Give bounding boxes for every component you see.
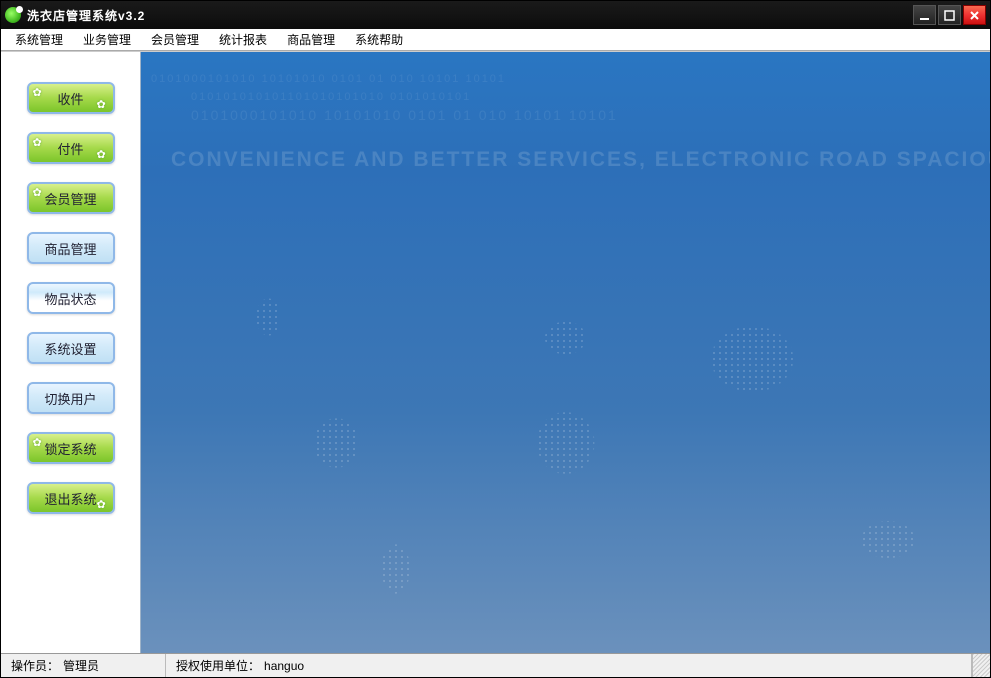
content-area: 0101000101010 10101010 0101 01 010 10101… xyxy=(141,52,990,653)
flower-icon xyxy=(33,186,45,198)
sidebar-label: 锁定系统 xyxy=(44,439,96,458)
close-icon xyxy=(969,10,980,21)
status-license-value: hanguo xyxy=(264,659,304,673)
resize-grip[interactable] xyxy=(972,654,990,677)
flower-icon xyxy=(33,136,45,148)
menu-help[interactable]: 系统帮助 xyxy=(345,29,413,50)
menu-product[interactable]: 商品管理 xyxy=(277,29,345,50)
menu-member[interactable]: 会员管理 xyxy=(141,29,209,50)
sidebar-exit-button[interactable]: 退出系统 xyxy=(27,482,115,514)
sidebar-member-button[interactable]: 会员管理 xyxy=(27,182,115,214)
flower-icon xyxy=(97,98,109,110)
sidebar-label: 退出系统 xyxy=(44,489,96,508)
flower-icon xyxy=(33,86,45,98)
window-title: 洗衣店管理系统v3.2 xyxy=(27,7,145,24)
sidebar-label: 物品状态 xyxy=(44,289,96,308)
sidebar: 收件 付件 会员管理 商品管理 物品状态 系统设置 切换用户 xyxy=(1,52,141,653)
maximize-icon xyxy=(944,10,955,21)
status-operator-value: 管理员 xyxy=(63,657,99,674)
sidebar-label: 收件 xyxy=(57,89,83,108)
sidebar-label: 会员管理 xyxy=(44,189,96,208)
status-operator: 操作员： 管理员 xyxy=(1,654,166,677)
banner-tagline: CONVENIENCE AND BETTER SERVICES, ELECTRO… xyxy=(171,148,990,172)
world-map-background xyxy=(141,212,990,632)
menubar: 系统管理 业务管理 会员管理 统计报表 商品管理 系统帮助 xyxy=(1,29,990,51)
sidebar-switch-user-button[interactable]: 切换用户 xyxy=(27,382,115,414)
minimize-icon xyxy=(919,10,930,21)
sidebar-label: 商品管理 xyxy=(44,239,96,258)
close-button[interactable] xyxy=(963,5,986,25)
banner-binary-text: 0101000101010 10101010 0101 01 010 10101… xyxy=(151,70,990,124)
menu-report[interactable]: 统计报表 xyxy=(209,29,277,50)
sidebar-product-button[interactable]: 商品管理 xyxy=(27,232,115,264)
menu-system[interactable]: 系统管理 xyxy=(5,29,73,50)
status-operator-label: 操作员： xyxy=(11,657,59,674)
statusbar: 操作员： 管理员 授权使用单位： hanguo xyxy=(1,653,990,677)
flower-icon xyxy=(33,436,45,448)
sidebar-label: 系统设置 xyxy=(44,339,96,358)
sidebar-system-settings-button[interactable]: 系统设置 xyxy=(27,332,115,364)
flower-icon xyxy=(97,148,109,160)
app-window: 洗衣店管理系统v3.2 系统管理 业务管理 会员管理 统计报表 商品管理 系统帮… xyxy=(0,0,991,678)
minimize-button[interactable] xyxy=(913,5,936,25)
status-license: 授权使用单位： hanguo xyxy=(166,654,972,677)
sidebar-deliver-button[interactable]: 付件 xyxy=(27,132,115,164)
sidebar-lock-system-button[interactable]: 锁定系统 xyxy=(27,432,115,464)
sidebar-label: 付件 xyxy=(57,139,83,158)
sidebar-receive-button[interactable]: 收件 xyxy=(27,82,115,114)
sidebar-item-status-button[interactable]: 物品状态 xyxy=(27,282,115,314)
titlebar[interactable]: 洗衣店管理系统v3.2 xyxy=(1,1,990,29)
menu-business[interactable]: 业务管理 xyxy=(73,29,141,50)
status-license-label: 授权使用单位： xyxy=(176,657,260,674)
body-area: 收件 付件 会员管理 商品管理 物品状态 系统设置 切换用户 xyxy=(1,51,990,653)
flower-icon xyxy=(97,498,109,510)
maximize-button[interactable] xyxy=(938,5,961,25)
sidebar-label: 切换用户 xyxy=(44,389,96,408)
app-icon xyxy=(5,7,21,23)
